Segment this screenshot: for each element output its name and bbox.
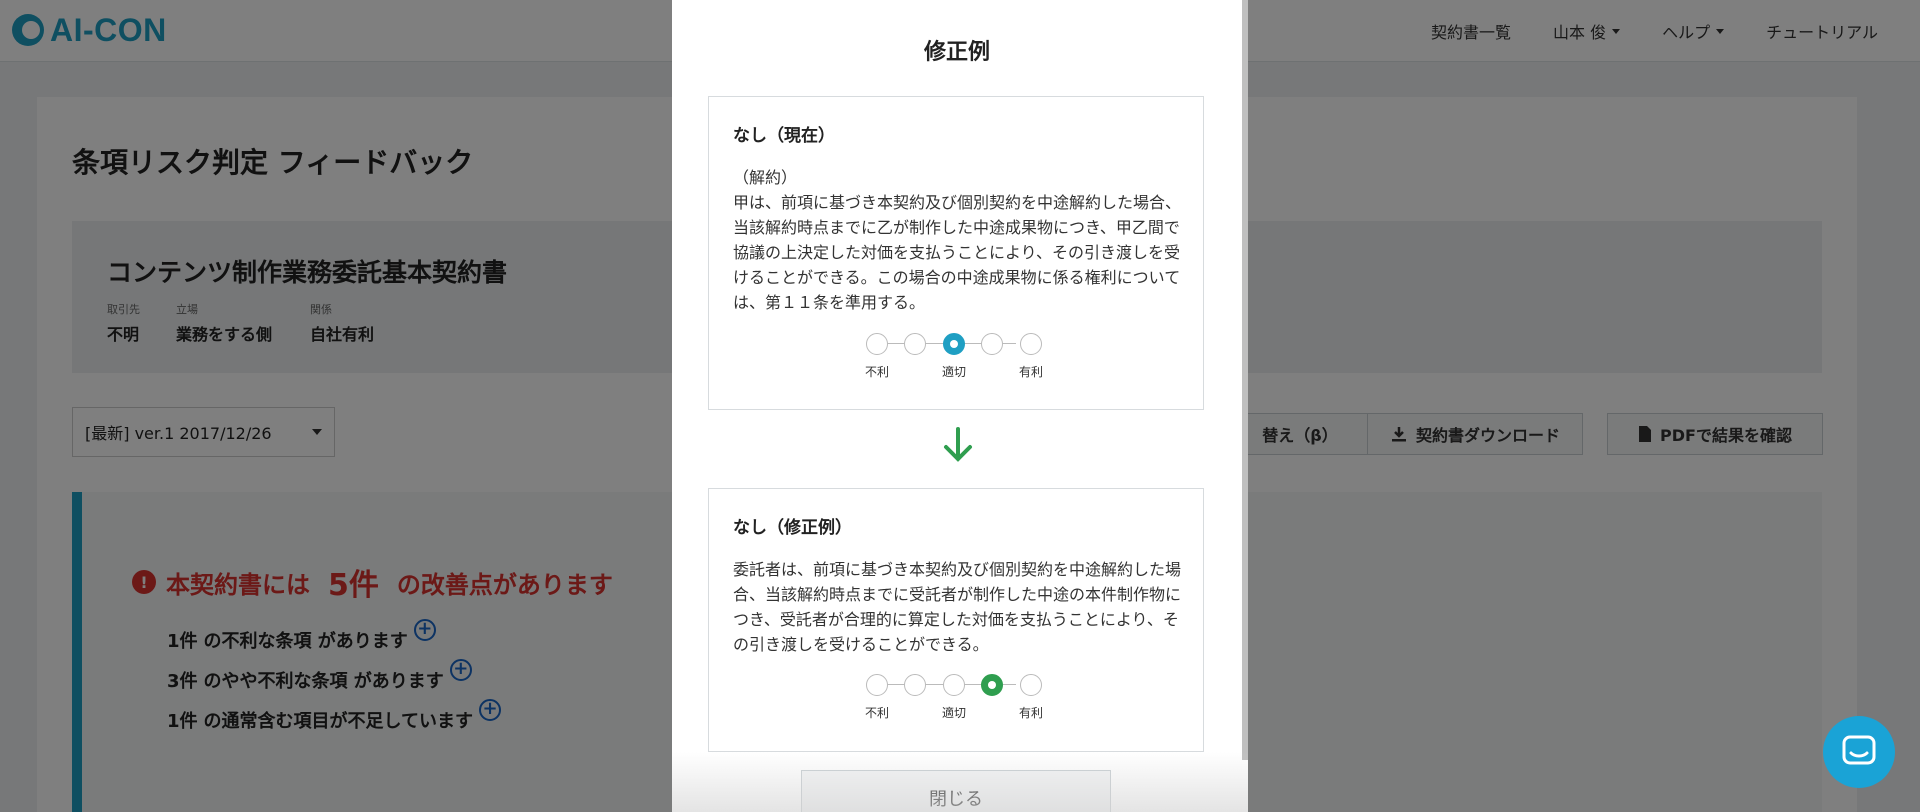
scale-label-unfavorable: 不利 xyxy=(864,365,889,379)
rating-dot xyxy=(904,674,926,696)
revised-clause-text: 委託者は、前項に基づき本契約及び個別契約を中途解約した場合、当該解約時点までに受… xyxy=(733,560,1182,654)
rating-dot xyxy=(981,333,1003,355)
rating-dot xyxy=(904,333,926,355)
current-clause-heading: なし（現在） xyxy=(733,126,835,146)
scale-label-favorable: 有利 xyxy=(1018,706,1043,720)
rating-dot xyxy=(1020,333,1042,355)
rating-dot xyxy=(943,674,965,696)
arrow-down-icon xyxy=(944,427,972,462)
chat-icon xyxy=(1842,735,1876,765)
scale-label-unfavorable: 不利 xyxy=(864,706,889,720)
rating-dot xyxy=(1020,674,1042,696)
scale-label-favorable: 有利 xyxy=(1018,365,1043,379)
modal-title: 修正例 xyxy=(923,40,990,65)
chat-launcher-button[interactable] xyxy=(1823,716,1895,788)
close-button[interactable]: 閉じる xyxy=(801,770,1111,812)
revision-example-modal: 修正例 なし（現在） （解約） 甲は、前項に基づき本契約及び個別契約を中途解約し… xyxy=(672,0,1248,812)
rating-scale-revised xyxy=(866,674,1042,696)
rating-dot xyxy=(866,674,888,696)
rating-scale-current xyxy=(866,333,1042,355)
rating-dot-selected xyxy=(981,674,1003,696)
current-clause-card: なし（現在） （解約） 甲は、前項に基づき本契約及び個別契約を中途解約した場合、… xyxy=(708,96,1204,410)
revised-clause-heading: なし（修正例） xyxy=(733,518,852,538)
scale-label-appropriate: 適切 xyxy=(941,365,966,379)
modal-scrollbar[interactable] xyxy=(1242,0,1248,760)
scale-label-appropriate: 適切 xyxy=(941,706,966,720)
revised-clause-card: なし（修正例） 委託者は、前項に基づき本契約及び個別契約を中途解約した場合、当該… xyxy=(708,488,1204,752)
rating-dot xyxy=(866,333,888,355)
rating-dot-selected xyxy=(943,333,965,355)
current-clause-text: （解約） 甲は、前項に基づき本契約及び個別契約を中途解約した場合、当該解約時点ま… xyxy=(733,168,1182,312)
